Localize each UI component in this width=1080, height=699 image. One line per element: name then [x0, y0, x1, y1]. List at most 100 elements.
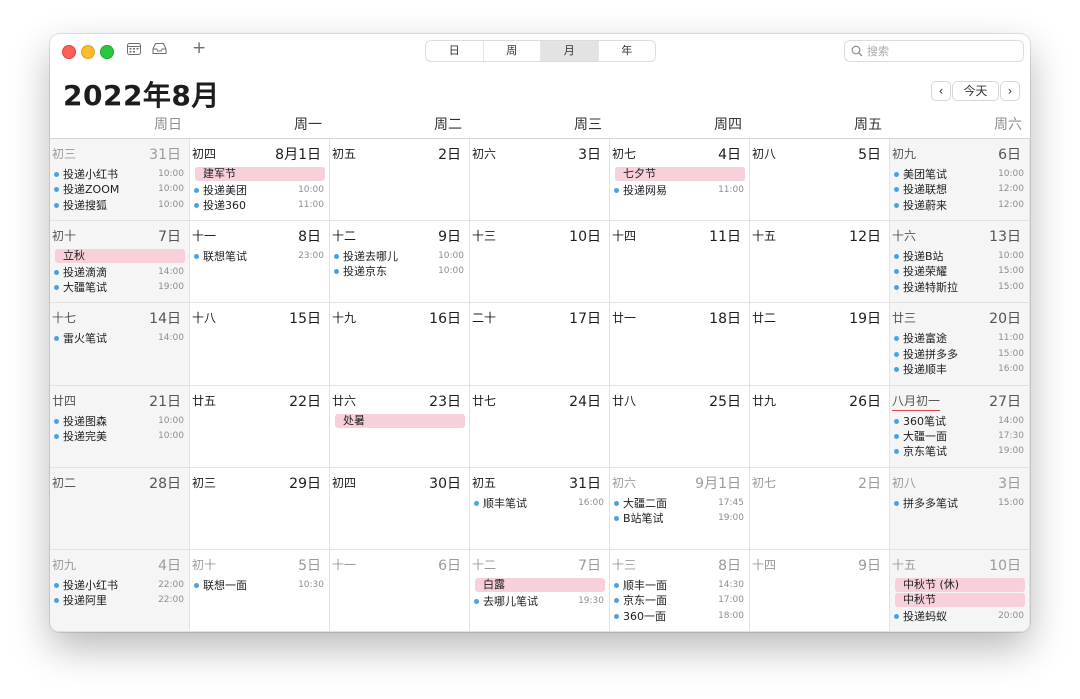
day-cell[interactable]: 十一 8日 联想笔试 23:00 — [190, 221, 330, 304]
zoom-window-button[interactable] — [100, 45, 114, 59]
calendar-event[interactable]: 投递荣耀 — [894, 264, 986, 279]
day-cell[interactable]: 十二 7日 白露 去哪儿笔试 19:30 — [470, 550, 610, 632]
minimize-window-button[interactable] — [81, 45, 95, 59]
day-cell[interactable]: 十七 14日 雷火笔试 14:00 — [50, 303, 190, 386]
day-cell[interactable]: 十五 10日 中秋节 (休) 中秋节 投递蚂蚁 20:00 — [890, 550, 1030, 632]
day-cell[interactable]: 初五 31日 顺丰笔试 16:00 — [470, 467, 610, 550]
calendar-event[interactable]: B站笔试 — [614, 511, 706, 526]
day-cell[interactable]: 廿四 21日 投递图森 10:00 投递完美 10:00 — [50, 385, 190, 468]
day-cell[interactable]: 初五 2日 — [330, 139, 470, 222]
calendar-event[interactable]: 投递拼多多 — [894, 347, 986, 362]
calendar-event[interactable]: 联想笔试 — [194, 249, 286, 264]
calendar-event[interactable]: 顺丰笔试 — [474, 496, 566, 511]
tab-year[interactable]: 年 — [599, 41, 656, 61]
day-cell[interactable]: 十五 12日 — [750, 221, 890, 304]
calendar-event[interactable]: 投递蔚来 — [894, 198, 986, 213]
calendar-event[interactable]: 投递去哪儿 — [334, 249, 426, 264]
day-cell[interactable]: 初十 7日 立秋 投递滴滴 14:00 大疆笔试 19:00 — [50, 221, 190, 304]
day-cell[interactable]: 廿七 24日 — [470, 385, 610, 468]
holiday-banner[interactable]: 中秋节 (休) — [895, 578, 1025, 592]
calendar-event[interactable]: 大疆笔试 — [54, 280, 146, 295]
day-cell[interactable]: 初四 30日 — [330, 467, 470, 550]
tab-month[interactable]: 月 — [541, 41, 599, 61]
day-cell[interactable]: 初二 28日 — [50, 467, 190, 550]
calendar-event[interactable]: 投递小红书 — [54, 167, 146, 182]
calendar-event[interactable]: 拼多多笔试 — [894, 496, 986, 511]
day-cell[interactable]: 廿一 18日 — [610, 303, 750, 386]
calendar-event[interactable]: 美团笔试 — [894, 167, 986, 182]
day-cell[interactable]: 初六 3日 — [470, 139, 610, 222]
calendar-event[interactable]: 投递美团 — [194, 183, 286, 198]
calendar-event[interactable]: 大疆二面 — [614, 496, 706, 511]
day-cell[interactable]: 初九 6日 美团笔试 10:00 投递联想 12:00 投递蔚来 12:00 — [890, 139, 1030, 222]
calendar-event[interactable]: 京东笔试 — [894, 444, 986, 459]
holiday-banner[interactable]: 中秋节 — [895, 593, 1025, 607]
calendar-event[interactable]: 投递360 — [194, 198, 286, 213]
today-button[interactable]: 今天 — [952, 81, 999, 101]
day-cell[interactable]: 十六 13日 投递B站 10:00 投递荣耀 15:00 投递特斯拉 15:00 — [890, 221, 1030, 304]
calendar-event[interactable]: 360一面 — [614, 609, 706, 624]
day-cell[interactable]: 十四 11日 — [610, 221, 750, 304]
holiday-banner[interactable]: 处暑 — [335, 413, 465, 428]
calendar-event[interactable]: 投递特斯拉 — [894, 280, 986, 295]
day-cell[interactable]: 初八 5日 — [750, 139, 890, 222]
prev-month-button[interactable]: ‹ — [931, 81, 951, 101]
holiday-banner[interactable]: 立秋 — [55, 249, 185, 264]
calendar-event[interactable]: 去哪儿笔试 — [474, 594, 566, 609]
day-cell[interactable]: 廿二 19日 — [750, 303, 890, 386]
calendar-list-icon[interactable] — [127, 42, 141, 60]
day-cell[interactable]: 初八 3日 拼多多笔试 15:00 — [890, 467, 1030, 550]
search-input[interactable] — [867, 41, 1017, 61]
day-cell[interactable]: 十九 16日 — [330, 303, 470, 386]
holiday-banner[interactable]: 七夕节 — [615, 167, 745, 181]
calendar-event[interactable]: 投递ZOOM — [54, 182, 146, 197]
calendar-event[interactable]: 大疆一面 — [894, 429, 986, 444]
day-cell[interactable]: 初十 5日 联想一面 10:30 — [190, 550, 330, 632]
holiday-banner[interactable]: 建军节 — [195, 167, 325, 181]
day-cell[interactable]: 十二 9日 投递去哪儿 10:00 投递京东 10:00 — [330, 221, 470, 304]
day-cell[interactable]: 初三 31日 投递小红书 10:00 投递ZOOM 10:00 投递搜狐 10:00 — [50, 139, 190, 222]
calendar-event[interactable]: 投递阿里 — [54, 593, 146, 608]
day-cell[interactable]: 十三 8日 顺丰一面 14:30 京东一面 17:00 360一面 18:00 — [610, 550, 750, 632]
day-cell[interactable]: 廿八 25日 — [610, 385, 750, 468]
calendar-event[interactable]: 投递富途 — [894, 331, 986, 346]
calendar-event[interactable]: 投递B站 — [894, 249, 986, 264]
calendar-event[interactable]: 投递网易 — [614, 183, 706, 198]
day-cell[interactable]: 廿三 20日 投递富途 11:00 投递拼多多 15:00 投递顺丰 16:00 — [890, 303, 1030, 386]
calendar-event[interactable]: 投递完美 — [54, 429, 146, 444]
day-cell[interactable]: 初七 4日 七夕节 投递网易 11:00 — [610, 139, 750, 222]
day-cell[interactable]: 十四 9日 — [750, 550, 890, 632]
day-cell[interactable]: 十一 6日 — [330, 550, 470, 632]
day-cell[interactable]: 廿六 23日 处暑 — [330, 385, 470, 468]
day-cell[interactable]: 十三 10日 — [470, 221, 610, 304]
calendar-event[interactable]: 360笔试 — [894, 414, 986, 429]
day-cell[interactable]: 初三 29日 — [190, 467, 330, 550]
day-cell[interactable]: 廿五 22日 — [190, 385, 330, 468]
day-cell[interactable]: 十八 15日 — [190, 303, 330, 386]
day-cell[interactable]: 初四 8月1日 建军节 投递美团 10:00 投递360 11:00 — [190, 139, 330, 222]
tab-day[interactable]: 日 — [426, 41, 484, 61]
next-month-button[interactable]: › — [1000, 81, 1020, 101]
calendar-event[interactable]: 投递顺丰 — [894, 362, 986, 377]
calendar-event[interactable]: 投递联想 — [894, 182, 986, 197]
calendar-event[interactable]: 投递图森 — [54, 414, 146, 429]
calendar-event[interactable]: 投递滴滴 — [54, 265, 146, 280]
calendar-event[interactable]: 投递小红书 — [54, 578, 146, 593]
calendar-event[interactable]: 投递搜狐 — [54, 198, 146, 213]
tab-week[interactable]: 周 — [484, 41, 541, 61]
day-cell[interactable]: 二十 17日 — [470, 303, 610, 386]
day-cell[interactable]: 初七 2日 — [750, 467, 890, 550]
add-event-button[interactable]: + — [192, 40, 206, 57]
calendar-event[interactable]: 雷火笔试 — [54, 331, 146, 346]
calendar-event[interactable]: 顺丰一面 — [614, 578, 706, 593]
inbox-icon[interactable] — [152, 42, 167, 60]
day-cell[interactable]: 八月初一 27日 360笔试 14:00 大疆一面 17:30 京东笔试 19:00 — [890, 385, 1030, 468]
calendar-event[interactable]: 投递京东 — [334, 264, 426, 279]
close-window-button[interactable] — [62, 45, 76, 59]
calendar-event[interactable]: 联想一面 — [194, 578, 286, 593]
day-cell[interactable]: 廿九 26日 — [750, 385, 890, 468]
day-cell[interactable]: 初九 4日 投递小红书 22:00 投递阿里 22:00 — [50, 550, 190, 632]
calendar-event[interactable]: 投递蚂蚁 — [894, 609, 986, 624]
holiday-banner[interactable]: 白露 — [475, 578, 605, 592]
calendar-event[interactable]: 京东一面 — [614, 593, 706, 608]
